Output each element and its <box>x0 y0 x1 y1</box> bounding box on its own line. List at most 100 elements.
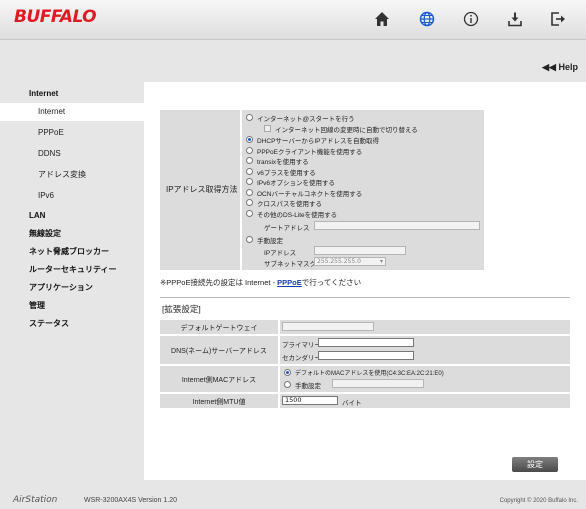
option-v6plus: v6プラスを使用する <box>257 170 316 177</box>
radio-pppoe[interactable] <box>246 147 253 154</box>
sidebar-item[interactable]: アドレス変換 <box>0 166 144 184</box>
sidebar-item[interactable]: ステータス <box>0 315 144 333</box>
info-icon[interactable] <box>461 9 481 29</box>
sidebar-item-label: 無線設定 <box>29 229 61 238</box>
option-internet-start: インターネット@スタートを行う <box>257 116 355 123</box>
dns-label-cell: DNS(ネーム)サーバーアドレス <box>160 336 278 364</box>
ip-address-input[interactable] <box>314 246 406 255</box>
home-icon[interactable] <box>372 9 392 29</box>
sidebar-item-label: 管理 <box>29 301 45 310</box>
mtu-label-cell: Internet側MTU値 <box>160 394 278 408</box>
model-version: WSR-3200AX4S Version 1.20 <box>84 497 177 504</box>
radio-manual[interactable] <box>246 236 253 243</box>
default-gateway-input[interactable] <box>282 322 374 331</box>
sidebar-item-label: アプリケーション <box>29 283 93 292</box>
mac-default-label: デフォルトのMACアドレスを使用(C4:3C:EA:2C:21:E0) <box>295 371 444 377</box>
radio-mac-manual[interactable] <box>284 381 291 388</box>
radio-crosspass[interactable] <box>246 199 253 206</box>
dns-input-cell: プライマリー: セカンダリー: <box>280 336 570 364</box>
sidebar-item-label: ステータス <box>29 319 69 328</box>
mtu-label: Internet側MTU値 <box>192 399 246 406</box>
mtu-input-cell: 1500 バイト <box>280 394 570 408</box>
subnet-mask-label: サブネットマスク <box>264 261 316 268</box>
ds-lite-gateway-input[interactable] <box>314 221 480 230</box>
globe-icon[interactable] <box>417 9 437 29</box>
option-ocn: OCNバーチャルコネクトを使用する <box>257 191 363 198</box>
help-link[interactable]: ◀◀ Help <box>542 62 578 73</box>
option-pppoe: PPPoEクライアント機能を使用する <box>257 149 363 156</box>
sidebar-item-label: Internet <box>29 89 59 98</box>
help-bar: ◀◀ Help <box>0 40 586 82</box>
sidebar-item-label: IPv6 <box>38 191 55 200</box>
pppoe-note: ※PPPoE接続先の設定は Internet - PPPoEで行ってください <box>160 278 362 287</box>
sidebar-item[interactable]: Internet <box>0 103 144 121</box>
mtu-unit: バイト <box>342 400 362 407</box>
sidebar-item-label: LAN <box>29 211 46 220</box>
auto-switch-checkbox[interactable] <box>264 125 271 132</box>
ip-address-label: IPアドレス <box>264 250 297 257</box>
default-gateway-label: デフォルトゲートウェイ <box>180 325 258 332</box>
footer: AirStation WSR-3200AX4S Version 1.20 Cop… <box>0 486 586 509</box>
option-ipv6-option: IPv6オプションを使用する <box>257 180 336 187</box>
sidebar-item-label: PPPoE <box>38 128 64 137</box>
sidebar-item[interactable]: DDNS <box>0 145 144 163</box>
sidebar-item-label: ルーターセキュリティー <box>29 265 117 274</box>
sidebar-item[interactable]: ネット脅威ブロッカー <box>0 243 144 261</box>
radio-transix[interactable] <box>246 157 253 164</box>
top-bar: BUFFALO <box>0 0 586 40</box>
double-left-arrow-icon: ◀◀ <box>542 62 556 72</box>
radio-mac-default[interactable] <box>284 369 291 376</box>
primary-dns-label: プライマリー: <box>282 342 323 349</box>
sidebar-item[interactable]: ルーターセキュリティー <box>0 261 144 279</box>
sidebar-item-label: Internet <box>38 107 66 116</box>
secondary-dns-input[interactable] <box>318 351 414 360</box>
dns-label: DNS(ネーム)サーバーアドレス <box>171 348 267 355</box>
mac-label-cell: Internet側MACアドレス <box>160 366 278 392</box>
main-content: IPアドレス取得方法 インターネット@スタートを行う インターネット回線の変更時… <box>144 82 586 480</box>
sidebar-item-label: ネット脅威ブロッカー <box>29 247 109 256</box>
ip-method-label-cell: IPアドレス取得方法 <box>160 110 240 270</box>
sidebar-item[interactable]: IPv6 <box>0 187 144 205</box>
sidebar-item[interactable]: 管理 <box>0 297 144 315</box>
sidebar-item[interactable]: アプリケーション <box>0 279 144 297</box>
download-icon[interactable] <box>505 9 525 29</box>
mac-manual-label: 手動設定 <box>295 383 321 390</box>
secondary-dns-label: セカンダリー: <box>282 355 323 362</box>
radio-v6plus[interactable] <box>246 168 253 175</box>
radio-dhcp[interactable] <box>246 136 253 143</box>
sidebar-item[interactable]: Internet <box>0 85 144 103</box>
radio-ipv6-option[interactable] <box>246 178 253 185</box>
option-ds-lite: その他のDS-Liteを使用する <box>257 212 338 219</box>
divider <box>160 297 570 298</box>
radio-ds-lite[interactable] <box>246 210 253 217</box>
airstation-logo: AirStation <box>13 495 58 505</box>
radio-ocn[interactable] <box>246 189 253 196</box>
ip-method-options-cell: インターネット@スタートを行う インターネット回線の変更時に自動で切り替える D… <box>242 110 484 270</box>
copyright: Copyright © 2020 Buffalo Inc. <box>499 498 578 504</box>
mac-input-cell: デフォルトのMACアドレスを使用(C4:3C:EA:2C:21:E0) 手動設定 <box>280 366 570 392</box>
ip-method-label: IPアドレス取得方法 <box>166 185 238 194</box>
buffalo-logo: BUFFALO <box>14 7 97 27</box>
option-crosspass: クロスパスを使用する <box>257 201 322 208</box>
sidebar-item[interactable]: LAN <box>0 207 144 225</box>
radio-internet-start[interactable] <box>246 114 253 121</box>
option-transix: transixを使用する <box>257 159 309 166</box>
gateway-label-cell: デフォルトゲートウェイ <box>160 320 278 334</box>
primary-dns-input[interactable] <box>318 338 414 347</box>
extended-settings-title: [拡張設定] <box>162 304 201 314</box>
logout-icon[interactable] <box>548 9 568 29</box>
sidebar-item[interactable]: PPPoE <box>0 124 144 142</box>
sidebar-item[interactable]: 無線設定 <box>0 225 144 243</box>
option-dhcp: DHCPサーバーからIPアドレスを自動取得 <box>257 138 379 145</box>
mac-label: Internet側MACアドレス <box>181 377 257 384</box>
settings-button[interactable]: 設定 <box>512 457 558 472</box>
subnet-mask-select[interactable]: 255.255.255.0 ▾ <box>314 257 386 266</box>
option-auto-switch: インターネット回線の変更時に自動で切り替える <box>275 127 418 134</box>
mac-manual-input[interactable] <box>332 379 424 388</box>
sidebar: Internet Internet PPPoE DDNS アドレス変換 IPv6 LAN 無線… <box>0 82 144 482</box>
sidebar-item-label: アドレス変換 <box>38 170 86 179</box>
gateway-address-label: ゲートアドレス <box>264 225 310 232</box>
chevron-down-icon: ▾ <box>379 258 383 265</box>
mtu-input[interactable]: 1500 <box>282 396 338 405</box>
pppoe-link[interactable]: PPPoE <box>277 278 302 287</box>
